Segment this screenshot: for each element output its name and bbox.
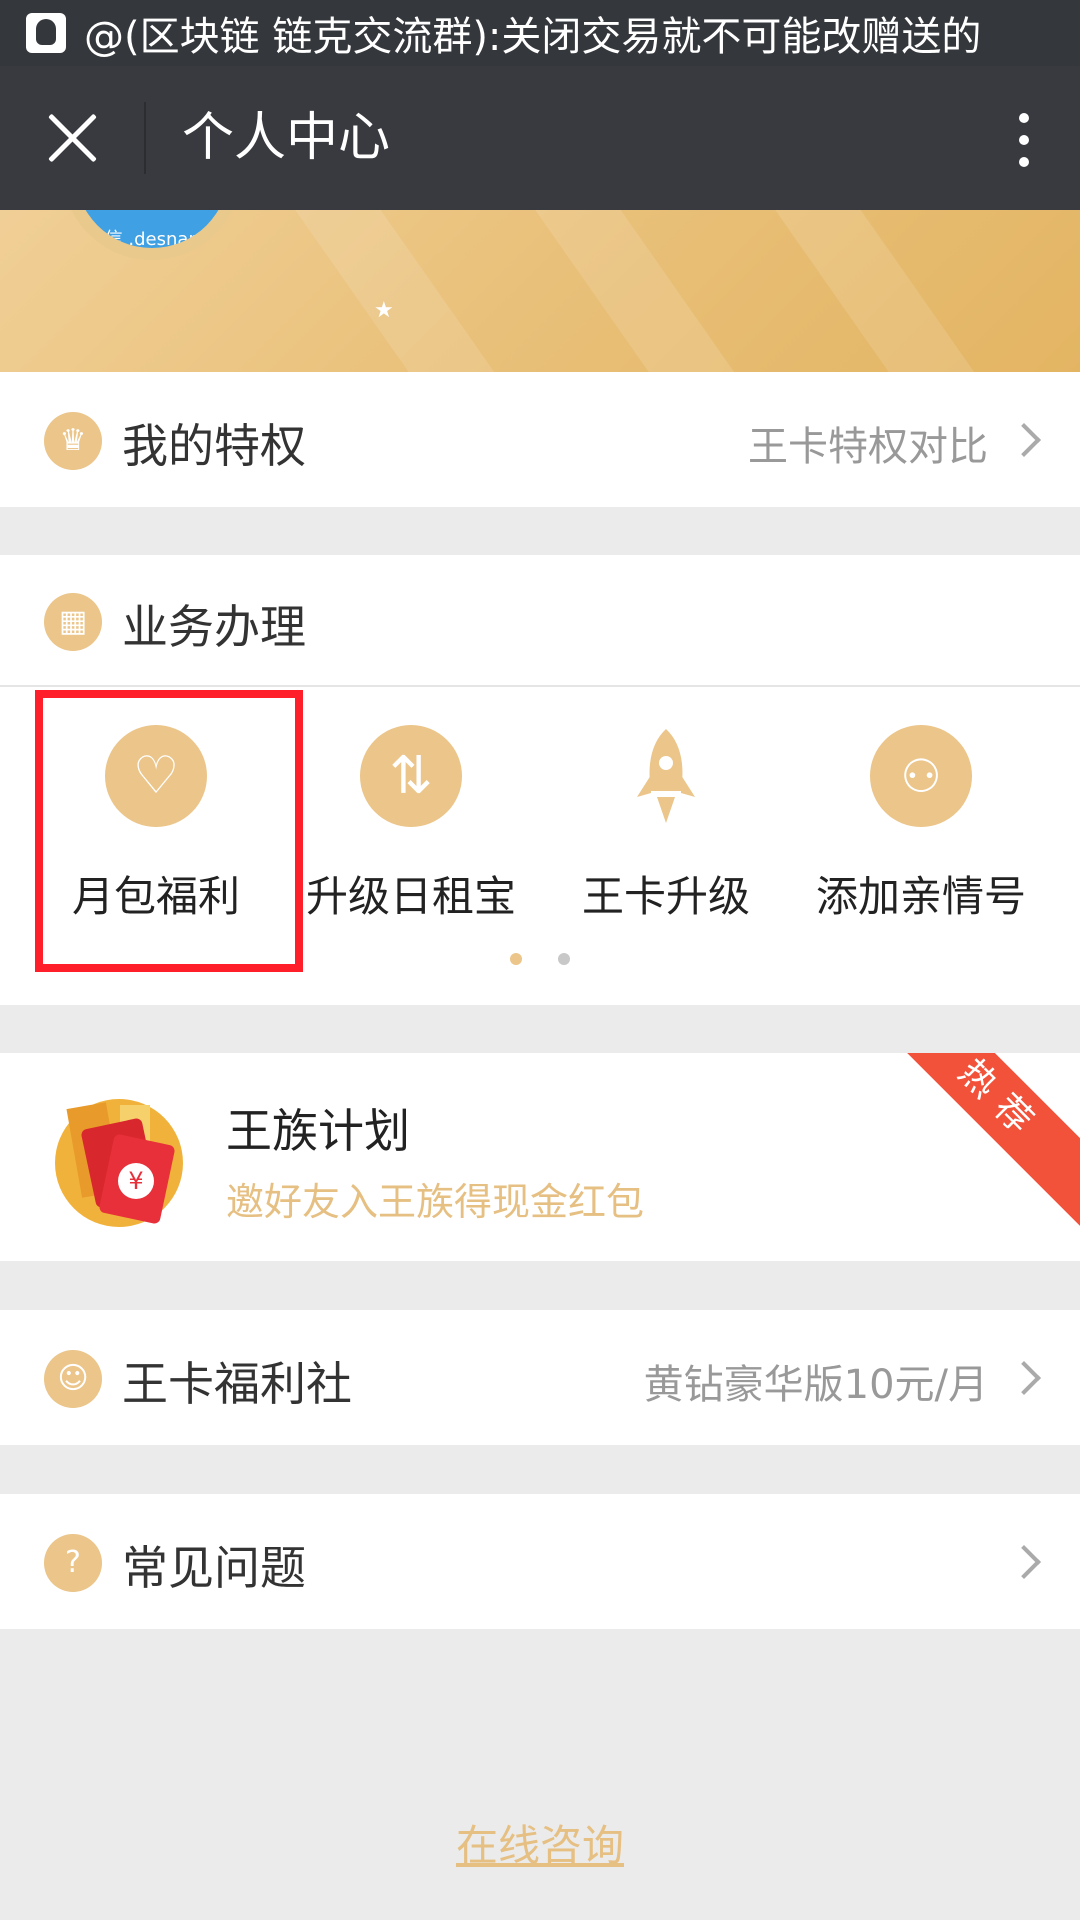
qq-icon: [26, 13, 66, 53]
privilege-row[interactable]: ♛ 我的特权 王卡特权对比: [0, 372, 1080, 507]
welfare-label: 王卡福利社: [122, 1357, 352, 1411]
services-label: 业务办理: [122, 600, 306, 654]
promo-subtitle: 邀好友入王族得现金红包: [226, 1180, 645, 1224]
grid-icon: ▦: [44, 593, 102, 651]
service-label: 王卡升级: [581, 872, 750, 921]
service-label: 添加亲情号: [815, 872, 1026, 921]
page-dot[interactable]: [557, 953, 570, 965]
chevron-right-icon: [1007, 1545, 1041, 1579]
service-add-family-number[interactable]: ⚇ 添加亲情号: [811, 725, 1031, 924]
selection-highlight-box: [35, 690, 303, 972]
page-dot-active[interactable]: [510, 953, 523, 965]
chevron-right-icon: [1007, 423, 1041, 457]
app-bar: 个人中心: [0, 66, 1080, 210]
page-title: 个人中心: [182, 108, 391, 168]
crown-icon: ♛: [44, 412, 102, 470]
notification-text: @(区块链 链克交流群):关闭交易就不可能改赠送的: [84, 14, 982, 60]
star-icon: ★: [374, 298, 394, 323]
question-icon: ?: [44, 1534, 102, 1592]
add-users-icon: ⚇: [870, 725, 972, 827]
appbar-divider: [144, 102, 146, 174]
privilege-compare-link[interactable]: 王卡特权对比: [748, 414, 988, 472]
notification-bar[interactable]: @(区块链 链克交流群):关闭交易就不可能改赠送的: [0, 0, 1080, 66]
gift-icon: ☺: [44, 1350, 102, 1408]
faq-label: 常见问题: [122, 1541, 306, 1595]
rocket-icon: [615, 725, 717, 827]
privilege-label: 我的特权: [122, 419, 306, 473]
carousel-dots[interactable]: [0, 950, 1080, 969]
welfare-row[interactable]: ☺ 王卡福利社 黄钻豪华版10元/月: [0, 1310, 1080, 1445]
close-icon[interactable]: [40, 106, 104, 170]
swap-arrows-icon: ⇅: [360, 725, 462, 827]
red-envelope-icon: ¥: [44, 1083, 194, 1233]
promo-card[interactable]: ¥ 王族计划 邀好友入王族得现金红包 热荐: [0, 1053, 1080, 1261]
service-upgrade-daily[interactable]: ⇅ 升级日租宝: [301, 725, 521, 924]
yen-glyph: ¥: [128, 1167, 143, 1195]
welfare-offer: 黄钻豪华版10元/月: [643, 1362, 988, 1408]
service-label: 升级日租宝: [305, 872, 516, 921]
chevron-right-icon: [1007, 1361, 1041, 1395]
more-menu-icon[interactable]: [1012, 106, 1036, 170]
online-consult-link[interactable]: 在线咨询: [0, 1812, 1080, 1873]
divider: [0, 685, 1080, 687]
promo-title: 王族计划: [226, 1104, 410, 1158]
faq-row[interactable]: ? 常见问题: [0, 1494, 1080, 1629]
service-king-card-upgrade[interactable]: 王卡升级: [556, 725, 776, 924]
hot-recommend-badge: 热荐: [872, 1053, 1080, 1230]
profile-banner: 成信 .desnank] ★: [0, 210, 1080, 372]
